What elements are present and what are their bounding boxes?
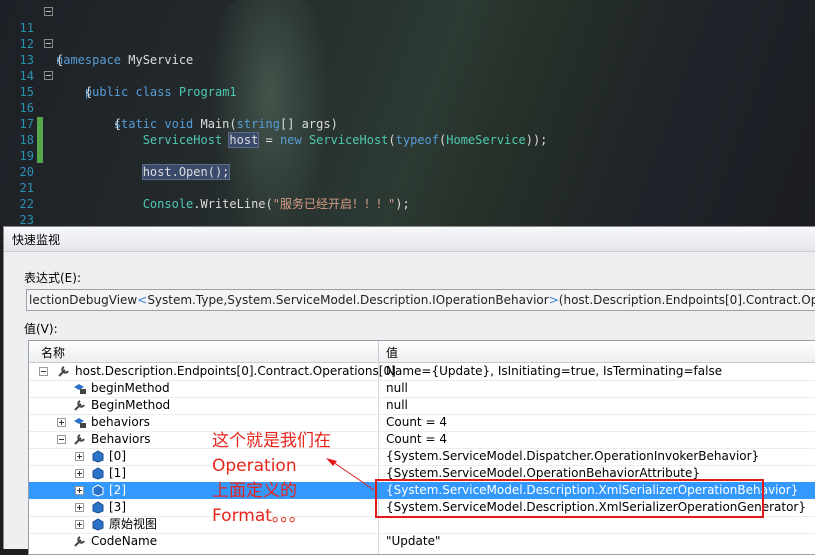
annotation-arrow xyxy=(326,458,375,491)
annotation-highlight-box xyxy=(375,479,764,518)
